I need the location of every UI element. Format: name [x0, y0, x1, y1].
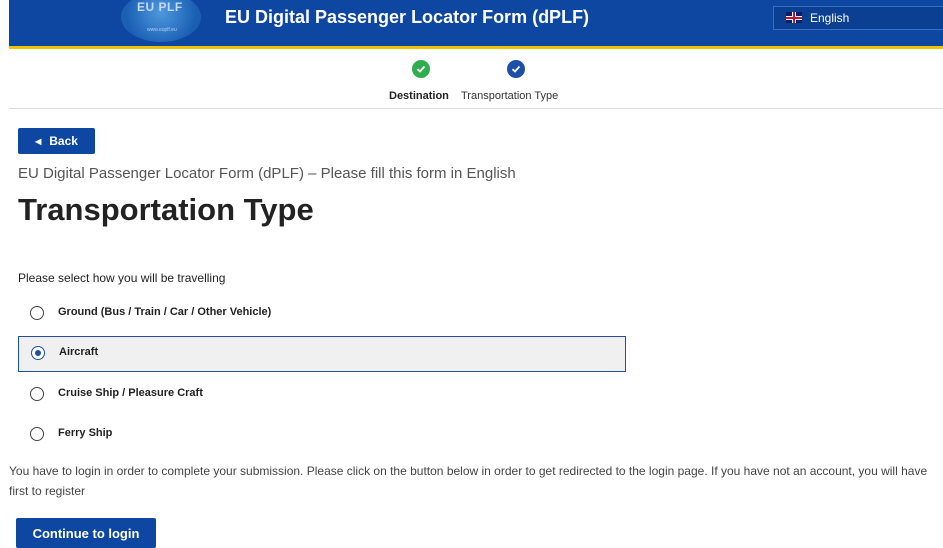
app-title: EU Digital Passenger Locator Form (dPLF) — [225, 7, 590, 27]
option-label: Cruise Ship / Pleasure Craft — [58, 387, 203, 399]
page-title: Transportation Type — [18, 192, 314, 227]
language-label: English — [810, 11, 850, 25]
option-cruise-ship[interactable]: Cruise Ship / Pleasure Craft — [18, 377, 626, 413]
option-aircraft[interactable]: Aircraft — [18, 336, 626, 372]
option-ground[interactable]: Ground (Bus / Train / Car / Other Vehicl… — [18, 296, 626, 332]
option-label: Ground (Bus / Train / Car / Other Vehicl… — [58, 306, 272, 318]
progress-stepper: Destination Transportation Type — [0, 58, 943, 108]
back-button-label: Back — [49, 134, 78, 148]
uk-flag-icon — [786, 12, 802, 23]
step-transportation-check-icon — [507, 60, 525, 78]
travel-prompt: Please select how you will be travelling — [18, 271, 226, 285]
step-destination-check-icon — [412, 60, 430, 78]
radio-aircraft[interactable] — [31, 346, 45, 360]
radio-selected-dot — [34, 349, 41, 356]
radio-ground[interactable] — [30, 306, 44, 320]
form-subtitle: EU Digital Passenger Locator Form (dPLF)… — [18, 165, 516, 182]
option-ferry-ship[interactable]: Ferry Ship — [18, 417, 626, 453]
option-label: Ferry Ship — [58, 427, 113, 439]
logo-text: EU PLF — [137, 0, 183, 14]
option-label: Aircraft — [59, 346, 99, 358]
radio-ferry-ship[interactable] — [30, 427, 44, 441]
step-label-destination: Destination — [389, 90, 449, 102]
back-button[interactable]: ◀ Back — [18, 128, 95, 154]
app-header: EU PLF www.euplf.eu EU Digital Passenger… — [9, 0, 943, 49]
divider — [9, 108, 943, 109]
eu-plf-logo: EU PLF www.euplf.eu — [121, 0, 201, 42]
radio-cruise-ship[interactable] — [30, 387, 44, 401]
login-notice: You have to login in order to complete y… — [9, 464, 928, 498]
step-label-transportation-type: Transportation Type — [461, 90, 559, 102]
language-selector[interactable]: English — [773, 6, 943, 30]
continue-to-login-button[interactable]: Continue to login — [16, 518, 156, 548]
chevron-left-icon: ◀ — [35, 136, 42, 146]
logo-subtext: www.euplf.eu — [147, 27, 177, 33]
